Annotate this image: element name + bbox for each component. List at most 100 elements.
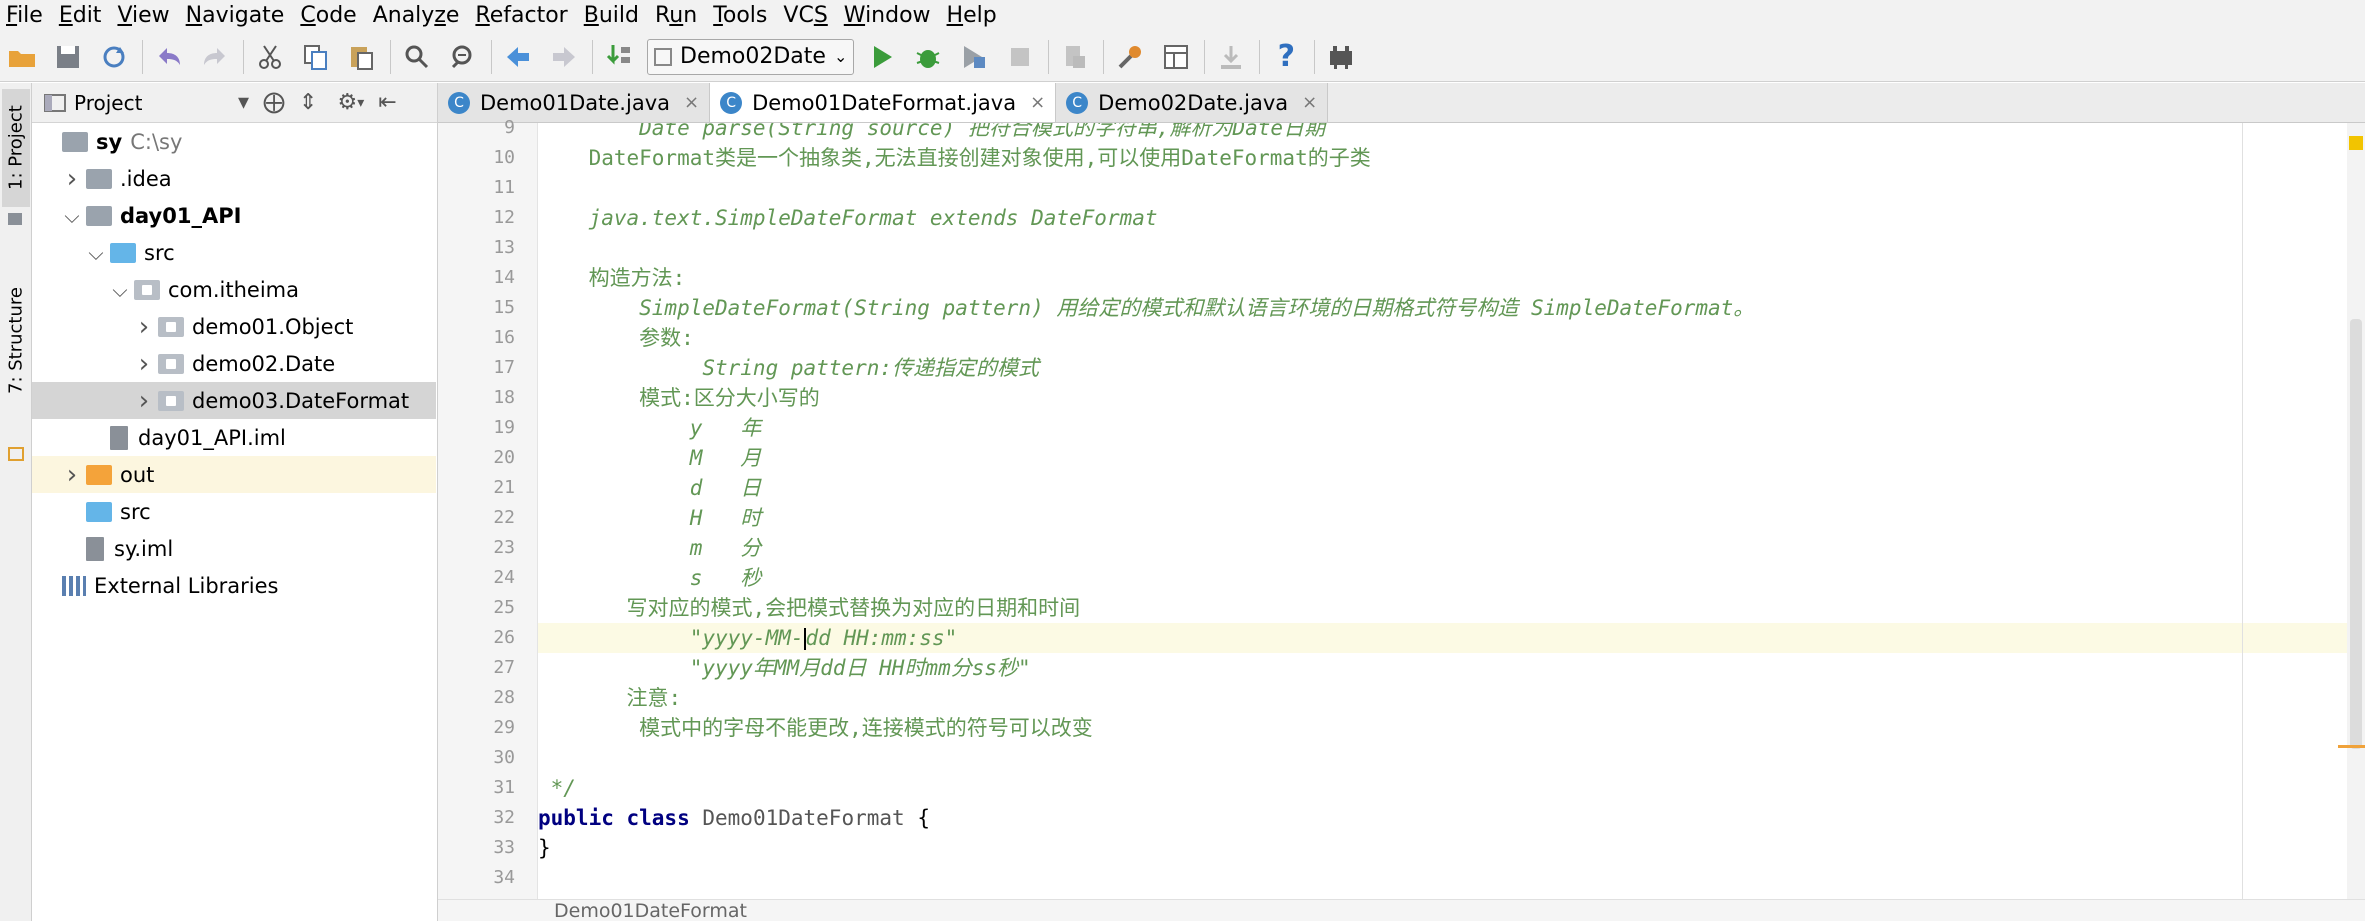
menu-item[interactable]: Analyze bbox=[367, 0, 470, 32]
menu-item[interactable]: View bbox=[111, 0, 179, 32]
find-icon[interactable] bbox=[399, 37, 435, 77]
tree-item[interactable]: day01_API.iml bbox=[32, 419, 436, 456]
code-line[interactable]: java.text.SimpleDateFormat extends DateF… bbox=[538, 203, 2365, 233]
tree-item[interactable]: ⌵ com.itheima bbox=[32, 271, 436, 308]
code-line[interactable] bbox=[538, 863, 2365, 893]
code-line[interactable]: "yyyy-MM-dd HH:mm:ss" bbox=[538, 623, 2365, 653]
chevron-right-icon[interactable]: › bbox=[62, 460, 82, 490]
code-line[interactable]: } bbox=[538, 833, 2365, 863]
code-line[interactable]: d 日 bbox=[538, 473, 2365, 503]
chevron-down-icon[interactable]: ⌵ bbox=[86, 241, 106, 265]
chevron-down-icon[interactable]: ⌵ bbox=[110, 278, 130, 302]
structure-tool-tab[interactable]: 7: Structure bbox=[2, 241, 30, 441]
code-line[interactable]: m 分 bbox=[538, 533, 2365, 563]
undo-icon[interactable] bbox=[151, 37, 187, 77]
stop-icon[interactable] bbox=[1002, 37, 1038, 77]
tree-item[interactable]: › demo02.Date bbox=[32, 345, 436, 382]
back-icon[interactable] bbox=[500, 37, 536, 77]
cut-icon[interactable] bbox=[252, 37, 288, 77]
editor-tab[interactable]: C Demo01DateFormat.java × bbox=[710, 83, 1057, 122]
code-line[interactable]: "yyyy年MM月dd日 HH时mm分ss秒" bbox=[538, 653, 2365, 683]
breadcrumb[interactable]: Demo01DateFormat bbox=[438, 899, 2365, 921]
make-project-icon[interactable] bbox=[601, 37, 637, 77]
project-structure-icon[interactable] bbox=[1158, 37, 1194, 77]
menu-item[interactable]: Build bbox=[578, 0, 649, 32]
code-line[interactable]: String pattern:传递指定的模式 bbox=[538, 353, 2365, 383]
close-icon[interactable]: × bbox=[684, 92, 699, 113]
code-line[interactable]: 写对应的模式,会把模式替换为对应的日期和时间 bbox=[538, 593, 2365, 623]
code-line[interactable]: 构造方法: bbox=[538, 263, 2365, 293]
replace-icon[interactable] bbox=[445, 37, 481, 77]
coverage-icon[interactable] bbox=[956, 37, 992, 77]
editor-scrollbar[interactable] bbox=[2347, 123, 2365, 899]
chevron-right-icon[interactable]: › bbox=[62, 164, 82, 194]
code-line[interactable]: 注意: bbox=[538, 683, 2365, 713]
project-panel-title[interactable]: Project bbox=[74, 91, 224, 115]
project-tool-tab[interactable]: 1: Project bbox=[2, 89, 30, 207]
tree-item[interactable]: › demo03.DateFormat bbox=[32, 382, 436, 419]
vcs-update-icon[interactable] bbox=[1057, 37, 1093, 77]
copy-icon[interactable] bbox=[298, 37, 334, 77]
code-line[interactable] bbox=[538, 233, 2365, 263]
chevron-right-icon[interactable]: › bbox=[134, 386, 154, 416]
run-icon[interactable] bbox=[864, 37, 900, 77]
breadcrumb-class[interactable]: Demo01DateFormat bbox=[554, 900, 747, 921]
code-line[interactable]: Date parse(String source) 把符合模式的字符串,解析为D… bbox=[538, 123, 2365, 143]
forward-icon[interactable] bbox=[546, 37, 582, 77]
code-line[interactable]: SimpleDateFormat(String pattern) 用给定的模式和… bbox=[538, 293, 2365, 323]
scrollbar-thumb[interactable] bbox=[2350, 319, 2362, 749]
collapse-all-icon[interactable]: ⇕ bbox=[299, 90, 317, 115]
menu-item[interactable]: File bbox=[0, 0, 53, 32]
chevron-right-icon[interactable]: › bbox=[134, 312, 154, 342]
menu-item[interactable]: VCS bbox=[777, 0, 837, 32]
gear-icon[interactable]: ⚙ bbox=[337, 90, 357, 115]
code-line[interactable]: 参数: bbox=[538, 323, 2365, 353]
menu-item[interactable]: Code bbox=[294, 0, 366, 32]
menu-item[interactable]: Run bbox=[649, 0, 707, 32]
sync-icon[interactable] bbox=[96, 37, 132, 77]
save-icon[interactable] bbox=[50, 37, 86, 77]
settings-wrench-icon[interactable] bbox=[1112, 37, 1148, 77]
menu-item[interactable]: Edit bbox=[53, 0, 112, 32]
code-line[interactable]: y 年 bbox=[538, 413, 2365, 443]
code-line[interactable] bbox=[538, 173, 2365, 203]
menu-item[interactable]: Navigate bbox=[180, 0, 295, 32]
code-line[interactable] bbox=[538, 743, 2365, 773]
code-line[interactable]: 模式中的字母不能更改,连接模式的符号可以改变 bbox=[538, 713, 2365, 743]
gear-dropdown-icon[interactable]: ▾ bbox=[357, 95, 364, 111]
warning-marker-icon[interactable] bbox=[2349, 136, 2363, 150]
debug-icon[interactable] bbox=[910, 37, 946, 77]
tree-item[interactable]: › demo01.Object bbox=[32, 308, 436, 345]
code-line[interactable]: H 时 bbox=[538, 503, 2365, 533]
sdk-download-icon[interactable] bbox=[1213, 37, 1249, 77]
tree-item[interactable]: sy.iml bbox=[32, 530, 436, 567]
tree-item[interactable]: ⌵ day01_API bbox=[32, 197, 436, 234]
code-line[interactable]: public class Demo01DateFormat { bbox=[538, 803, 2365, 833]
chevron-down-icon[interactable]: ⌵ bbox=[62, 204, 82, 228]
run-configuration-select[interactable]: Demo02Date ⌄ bbox=[647, 38, 855, 75]
code-line[interactable]: 模式:区分大小写的 bbox=[538, 383, 2365, 413]
tree-item[interactable]: ⌵ src bbox=[32, 234, 436, 271]
menu-item[interactable]: Help bbox=[941, 0, 1007, 32]
tree-item[interactable]: External Libraries bbox=[32, 567, 436, 604]
tree-item[interactable]: sy C:\sy bbox=[32, 123, 436, 160]
hide-panel-icon[interactable]: ⇤ bbox=[378, 90, 396, 115]
editor-tab[interactable]: C Demo02Date.java × bbox=[1056, 83, 1329, 122]
tree-item[interactable]: src bbox=[32, 493, 436, 530]
menu-item[interactable]: Refactor bbox=[469, 0, 577, 32]
tree-item[interactable]: › .idea bbox=[32, 160, 436, 197]
view-mode-chevron-down-icon[interactable]: ▾ bbox=[238, 90, 249, 115]
close-icon[interactable]: × bbox=[1030, 92, 1045, 113]
chevron-right-icon[interactable]: › bbox=[134, 349, 154, 379]
code-line[interactable]: */ bbox=[538, 773, 2365, 803]
code-line[interactable]: s 秒 bbox=[538, 563, 2365, 593]
code-line[interactable]: M 月 bbox=[538, 443, 2365, 473]
menu-item[interactable]: Tools bbox=[707, 0, 777, 32]
menu-item[interactable]: Window bbox=[838, 0, 941, 32]
open-folder-icon[interactable] bbox=[4, 37, 40, 77]
plugin-icon[interactable] bbox=[1323, 37, 1359, 77]
paste-icon[interactable] bbox=[344, 37, 380, 77]
tree-item[interactable]: › out bbox=[32, 456, 436, 493]
code-editor[interactable]: Date parse(String source) 把符合模式的字符串,解析为D… bbox=[538, 123, 2365, 899]
help-icon[interactable]: ? bbox=[1268, 37, 1304, 77]
